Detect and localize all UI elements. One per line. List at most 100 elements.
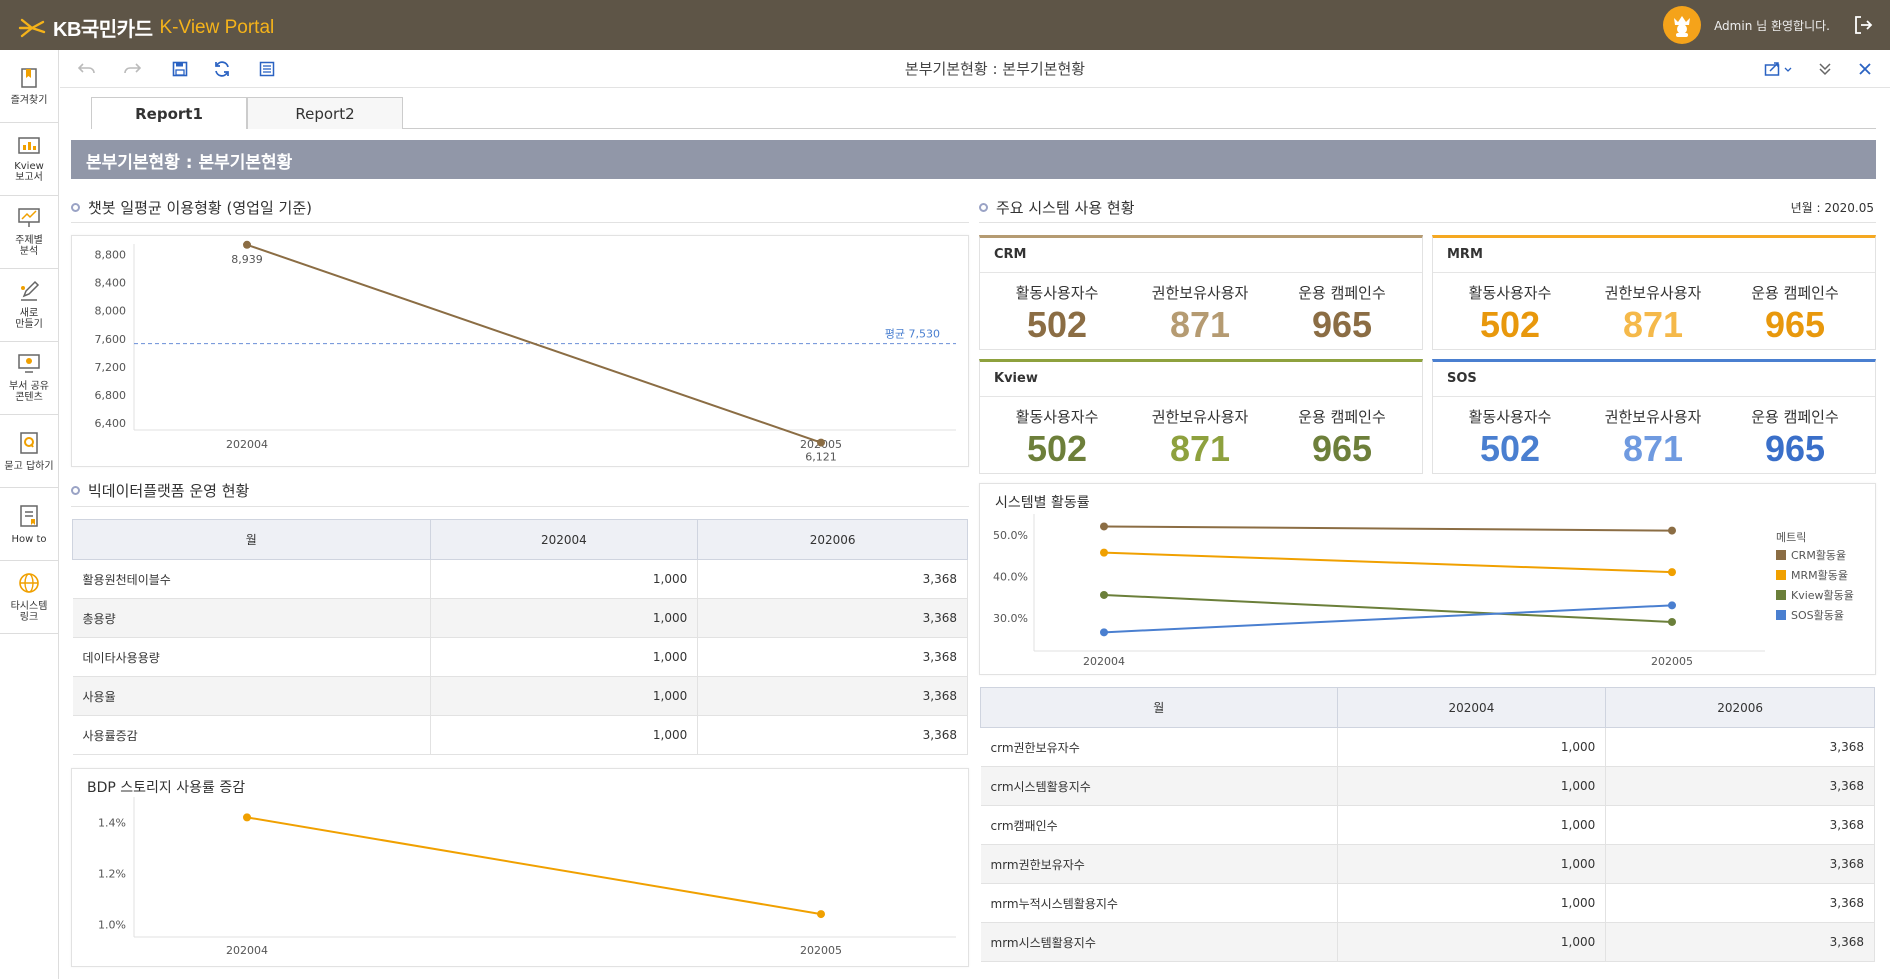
row-label: mrm시스템활용지수 <box>980 922 1338 962</box>
column-header[interactable]: 202004 <box>1336 687 1607 728</box>
sidebar-item-shared-content[interactable]: 부서 공유 콘텐츠 <box>0 342 58 415</box>
column-header[interactable]: 202006 <box>697 519 968 560</box>
average-label: 평균 7,530 <box>885 328 940 341</box>
table-row[interactable]: 총용량 1,000 3,368 <box>72 598 968 638</box>
edit-icon <box>21 280 40 301</box>
chatbot-chart-panel: 8,800 8,400 8,000 7,600 7,200 6,800 6,400 20200… <box>71 235 969 467</box>
row-label: mrm누적시스템활용지수 <box>980 883 1338 923</box>
table-row[interactable]: mrm권한보유자수 1,000 3,368 <box>980 844 1875 884</box>
sidebar-item-create-new[interactable]: 새로 만들기 <box>0 269 58 342</box>
table-row[interactable]: crm캠패인수 1,000 3,368 <box>980 805 1875 845</box>
guide-icon <box>20 504 38 527</box>
table-row[interactable]: 데이타사용용량 1,000 3,368 <box>72 637 968 677</box>
cell-value: 3,368 <box>1605 766 1875 806</box>
x-tick-label: 202005 <box>1651 655 1693 668</box>
report-date: 년월 : 2020.05 <box>1790 201 1874 215</box>
cell-value: 3,368 <box>697 559 968 599</box>
tab-report1[interactable]: Report1 <box>91 97 247 129</box>
report-icon <box>18 137 40 154</box>
column-header[interactable]: 202006 <box>1605 687 1875 728</box>
sidebar: 즐겨찾기 Kview 보고서 주제별 분석 새로 만들기 부서 공유 콘텐츠 묻… <box>0 50 59 979</box>
divider <box>71 222 969 223</box>
legend-swatch <box>1776 570 1786 580</box>
cell-value: 1,000 <box>1337 922 1607 962</box>
sidebar-item-qna[interactable]: 묻고 답하기 <box>0 415 58 488</box>
metric-value: 502 <box>1479 304 1541 345</box>
system-metrics-table: 월 202004 202006 crm권한보유자수 1,000 3,368 crm시… <box>980 687 1875 962</box>
table-row[interactable]: 사용율 1,000 3,368 <box>72 676 968 716</box>
collapse-button[interactable] <box>1815 59 1835 79</box>
y-tick-label: 6,800 <box>95 389 127 402</box>
bigdata-section-title: 빅데이터플랫폼 운영 현황 <box>71 480 249 501</box>
cell-value: 1,000 <box>1337 805 1607 845</box>
metric-label: 활동사용자수 <box>1015 408 1099 426</box>
divider <box>980 396 1422 397</box>
metric-value: 965 <box>1764 428 1826 469</box>
brand-name: KB국민카드 <box>53 19 153 41</box>
metric-value: 502 <box>1479 428 1541 469</box>
data-label: 8,939 <box>231 253 263 266</box>
series-line <box>246 816 822 916</box>
metric-value: 871 <box>1169 304 1231 345</box>
sidebar-item-favorites[interactable]: 즐겨찾기 <box>0 50 58 123</box>
metric-label: 권한보유사용자 <box>1151 284 1249 302</box>
row-label: 데이타사용용량 <box>72 637 431 677</box>
metric-label: 권한보유사용자 <box>1151 408 1249 426</box>
table-row[interactable]: mrm시스템활용지수 1,000 3,368 <box>980 922 1875 962</box>
column-header[interactable]: 202004 <box>429 519 699 560</box>
user-avatar[interactable] <box>1663 6 1702 44</box>
systems-section-title: 주요 시스템 사용 현황 <box>979 197 1135 218</box>
metric-block: 운용 캠페인수 965 <box>1271 282 1413 345</box>
qa-icon <box>20 431 38 454</box>
logo[interactable]: KB국민카드 K-View Portal <box>18 13 274 42</box>
x-tick-label: 202004 <box>1083 655 1125 668</box>
metric-block: 운용 캠페인수 965 <box>1271 406 1413 469</box>
page-title: 본부기본현황 : 본부기본현황 <box>71 140 1876 179</box>
row-label: 사용율 <box>72 676 431 716</box>
data-point <box>1668 617 1676 626</box>
sidebar-item-kview-report[interactable]: Kview 보고서 <box>0 123 58 196</box>
bigdata-title-text: 빅데이터플랫폼 운영 현황 <box>88 482 250 500</box>
monitor-share-icon <box>18 354 40 373</box>
y-tick-label: 7,200 <box>95 361 127 374</box>
logout-icon[interactable] <box>1852 14 1874 36</box>
system-card-mrm: MRM 활동사용자수 502 권한보유사용자 871 운용 캠페인수 965 <box>1432 235 1876 350</box>
table-row[interactable]: 사용률증감 1,000 3,368 <box>72 715 968 755</box>
top-bar: KB국민카드 K-View Portal Admin 님 환영합니다. <box>0 0 1890 50</box>
activity-line-chart: 50.0% 40.0% 30.0% 202004 202005 메트릭 CRM활동율 MRM활… <box>993 514 1854 668</box>
sidebar-item-external-link[interactable]: 타시스템 링크 <box>0 561 58 634</box>
table-row[interactable]: 활용원천테이블수 1,000 3,368 <box>72 559 968 599</box>
column-header[interactable]: 월 <box>72 519 431 560</box>
crown-user-icon <box>1674 16 1691 37</box>
globe-icon <box>19 573 39 593</box>
column-header[interactable]: 월 <box>980 687 1338 728</box>
metric-block: 활동사용자수 502 <box>1439 406 1581 469</box>
sidebar-item-topic-analysis[interactable]: 주제별 분석 <box>0 196 58 269</box>
metric-block: 권한보유사용자 871 <box>1582 406 1724 469</box>
legend-swatch <box>1776 610 1786 620</box>
export-button[interactable] <box>1762 59 1796 79</box>
legend-title: 메트릭 <box>1776 531 1806 544</box>
data-point <box>1100 590 1108 599</box>
row-label: mrm권한보유자수 <box>980 844 1338 884</box>
row-label: 활용원천테이블수 <box>72 559 431 599</box>
activity-chart-panel: 시스템별 활동률 50.0% 40.0% 30.0% 202004 202005 메트릭 C… <box>979 483 1876 675</box>
row-label: 사용률증감 <box>72 715 431 755</box>
table-row[interactable]: crm시스템활용지수 1,000 3,368 <box>980 766 1875 806</box>
sidebar-item-how-to[interactable]: How to <box>0 488 58 561</box>
legend-label: SOS활동율 <box>1791 608 1844 622</box>
close-button[interactable] <box>1855 59 1875 79</box>
tab-report2[interactable]: Report2 <box>247 97 403 129</box>
system-name: Kview <box>994 371 1038 386</box>
legend-label: MRM활동율 <box>1791 568 1848 582</box>
bigdata-table: 월 202004 202006 활용원천테이블수 1,000 3,368 총용량 1,… <box>72 519 968 755</box>
metric-value: 502 <box>1026 304 1088 345</box>
cell-value: 3,368 <box>1605 922 1875 962</box>
table-row[interactable]: mrm누적시스템활용지수 1,000 3,368 <box>980 883 1875 923</box>
cell-value: 3,368 <box>1605 805 1875 845</box>
system-card-crm: CRM 활동사용자수 502 권한보유사용자 871 운용 캠페인수 965 <box>979 235 1423 350</box>
table-row[interactable]: crm권한보유자수 1,000 3,368 <box>980 727 1875 767</box>
x-tick-label: 202004 <box>226 438 268 451</box>
table-header-row: 월 202004 202006 <box>72 519 968 560</box>
legend-swatch <box>1776 590 1786 600</box>
